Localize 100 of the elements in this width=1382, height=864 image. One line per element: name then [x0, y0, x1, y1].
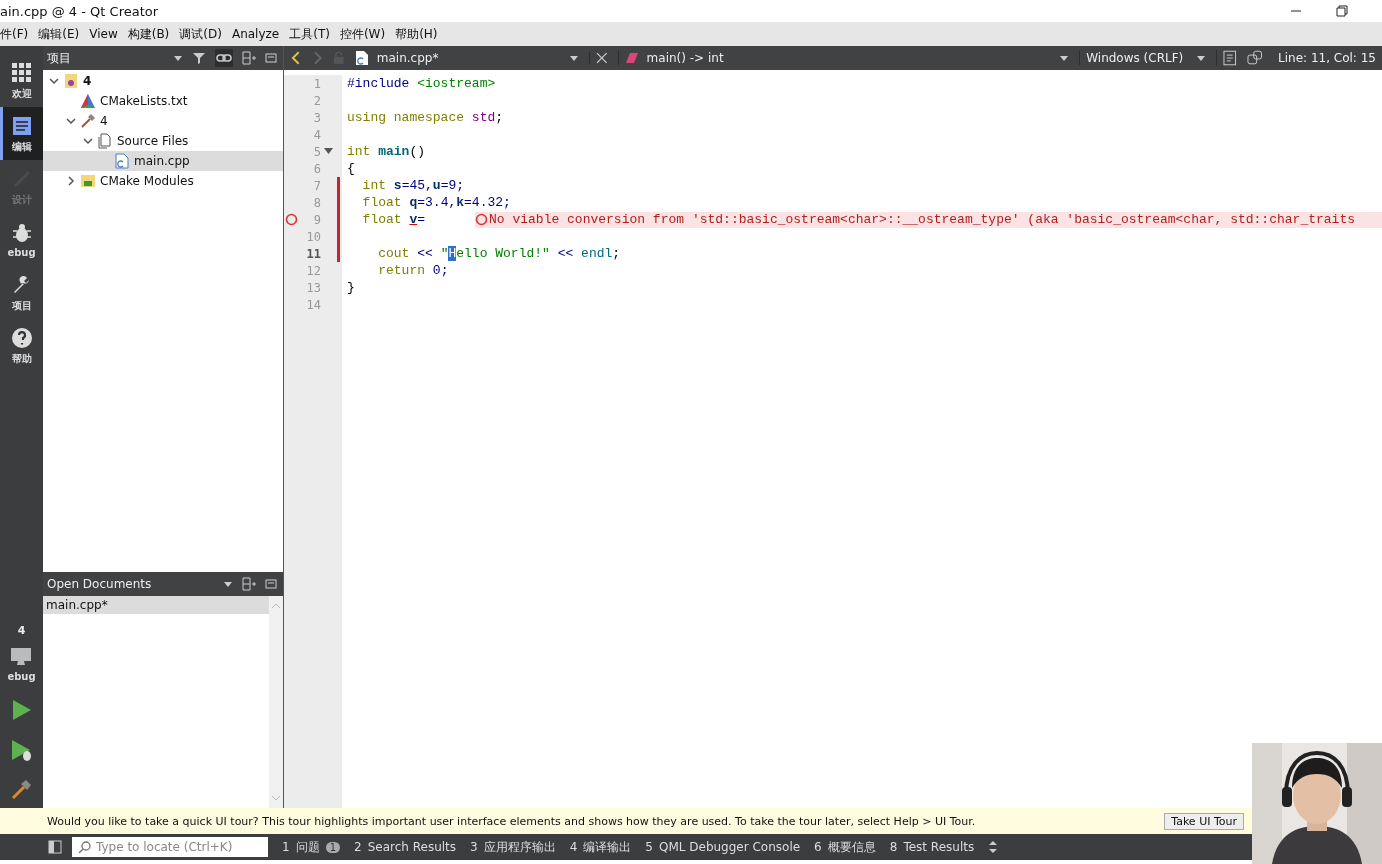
dropdown-icon[interactable] — [223, 579, 233, 589]
cpp-file-icon — [354, 50, 369, 66]
close-icon[interactable] — [589, 52, 608, 64]
close-pane-icon[interactable] — [265, 578, 277, 590]
code-line: int s=45,u=9; — [361, 178, 465, 193]
search-icon — [78, 840, 92, 854]
target-selector[interactable]: ebug — [0, 637, 43, 690]
dropdown-icon[interactable] — [173, 53, 183, 63]
folder-icon — [80, 173, 96, 189]
line-number: 13 — [305, 280, 321, 295]
dropdown-icon — [1196, 53, 1207, 63]
line-number: 6 — [312, 161, 321, 176]
cmake-file-icon — [80, 93, 96, 109]
menu-item[interactable]: 工具(T) — [289, 25, 337, 43]
mode-button[interactable]: 编辑 — [0, 107, 43, 160]
line-number: 3 — [312, 110, 321, 125]
line-number: 7 — [312, 178, 321, 193]
output-tab[interactable]: 2 Search Results — [354, 840, 457, 854]
files-icon — [97, 133, 113, 149]
tree-item[interactable]: 4 — [43, 71, 283, 91]
mode-button[interactable]: 项目 — [0, 266, 43, 319]
line-number: 14 — [305, 297, 321, 312]
output-tab[interactable]: 8 Test Results — [889, 840, 975, 854]
back-icon[interactable] — [290, 51, 302, 65]
menu-item[interactable]: 调试(D) — [179, 25, 229, 43]
restore-icon[interactable] — [1336, 5, 1348, 17]
line-number: 1 — [312, 76, 321, 91]
menu-item[interactable]: 帮助(H) — [395, 25, 445, 43]
document-icon[interactable] — [1216, 50, 1237, 66]
debug-run-icon[interactable] — [9, 738, 34, 762]
window-title: ain.cpp @ 4 - Qt Creator — [0, 3, 159, 19]
code-line: int main() — [347, 144, 426, 159]
count-badge: 1 — [325, 841, 340, 853]
function-icon — [624, 52, 639, 64]
line-number: 11 — [305, 246, 321, 261]
menu-item[interactable]: 构建(B) — [127, 25, 177, 43]
split-icon[interactable] — [242, 577, 256, 591]
tree-item[interactable]: Source Files — [43, 131, 283, 151]
cpp-file-icon — [114, 153, 130, 169]
code-line: return 0; — [377, 263, 449, 278]
menu-item[interactable]: 件(F) — [0, 25, 36, 43]
close-pane-icon[interactable] — [265, 52, 277, 64]
code-line: { — [347, 161, 355, 176]
output-tab[interactable]: 4 编译输出 — [569, 838, 632, 856]
project-icon — [63, 73, 79, 89]
menu-item[interactable]: 控件(W) — [339, 25, 393, 43]
line-number: 8 — [312, 195, 321, 210]
split-editor-icon[interactable] — [1246, 50, 1263, 66]
line-number: 9 — [312, 212, 321, 227]
help-icon — [9, 325, 34, 350]
run-icon[interactable] — [10, 698, 33, 722]
mode-button[interactable]: ebug — [0, 213, 43, 266]
menu-item[interactable]: 编辑(E) — [38, 25, 87, 43]
tree-item[interactable]: 4 — [43, 111, 283, 131]
code-line: float v= — [361, 212, 426, 227]
line-number: 12 — [305, 263, 321, 278]
pane-title: 项目 — [47, 49, 72, 67]
output-tab[interactable]: 3 应用程序输出 — [470, 838, 556, 856]
document-item[interactable]: main.cpp* — [43, 596, 269, 614]
mode-button[interactable]: 帮助 — [0, 319, 43, 372]
locate-field[interactable]: Type to locate (Ctrl+K) — [72, 837, 268, 857]
chevron-down-icon[interactable] — [49, 76, 59, 86]
tour-button[interactable]: Take UI Tour — [1164, 812, 1244, 830]
line-number: 10 — [305, 229, 321, 244]
tree-item[interactable]: CMakeLists.txt — [43, 91, 283, 111]
line-number: 4 — [312, 127, 321, 142]
menu-item[interactable]: View — [89, 27, 125, 41]
error-icon — [285, 213, 298, 226]
error-icon — [475, 213, 489, 226]
symbol-selector[interactable]: main() -> int — [617, 51, 1070, 65]
menu-item[interactable]: Analyze — [231, 27, 287, 41]
line-number: 2 — [312, 93, 321, 108]
line-ending-selector[interactable]: Windows (CRLF) — [1079, 51, 1207, 65]
pane-title: Open Documents — [47, 577, 153, 591]
output-tab[interactable]: 1 问题 1 — [282, 838, 340, 856]
output-tab[interactable]: 5 QML Debugger Console — [645, 840, 801, 854]
output-tab[interactable]: 6 概要信息 — [814, 838, 876, 856]
line-number: 5 — [312, 144, 321, 159]
hammer-icon — [80, 113, 96, 129]
split-icon[interactable] — [242, 51, 256, 65]
cursor-position[interactable]: Line: 11, Col: 15 — [1278, 51, 1376, 65]
up-down-arrows-icon[interactable] — [988, 840, 999, 854]
tree-item[interactable]: main.cpp — [43, 151, 283, 171]
code-line: } — [347, 280, 355, 295]
error-annotation: No viable conversion from 'std::basic_ostream<char>::__ostream_type' (aka 'basic_ostream<char, std::char_traits — [475, 211, 1382, 228]
dropdown-icon — [1059, 53, 1070, 63]
mode-button[interactable]: 欢迎 — [0, 54, 43, 107]
dropdown-icon — [569, 53, 579, 63]
link-icon[interactable] — [215, 49, 233, 67]
sidebar-toggle-icon[interactable] — [48, 840, 62, 854]
hammer-icon[interactable] — [10, 778, 33, 800]
tree-item[interactable]: CMake Modules — [43, 171, 283, 191]
grid-icon — [9, 60, 34, 85]
fold-icon[interactable] — [323, 148, 333, 155]
chevron-right-icon[interactable] — [66, 176, 76, 186]
code-line: float q=3.4,k=4.32; — [361, 195, 511, 210]
code-line: cout << "Hello World!" << endl; — [377, 246, 621, 261]
filter-icon[interactable] — [192, 51, 206, 65]
code-line: using namespace std; — [347, 110, 504, 125]
file-selector[interactable]: main.cpp* — [354, 50, 579, 66]
